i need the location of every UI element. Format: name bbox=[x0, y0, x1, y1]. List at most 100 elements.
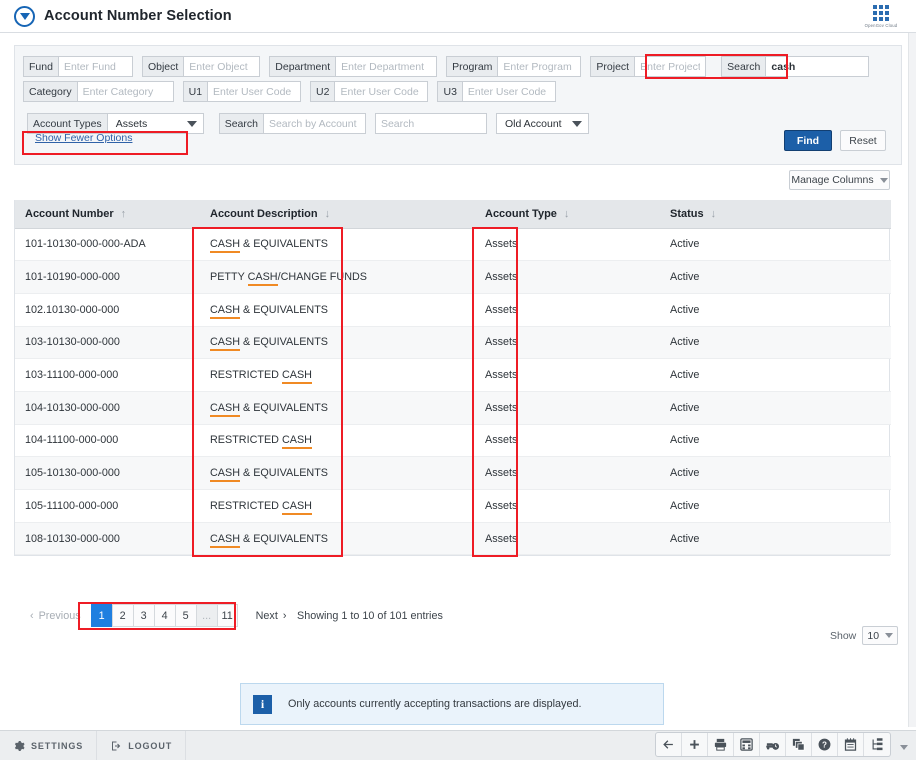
filter-u1[interactable]: U1 bbox=[182, 81, 302, 102]
filter-search-main[interactable]: Search bbox=[721, 56, 870, 77]
cell-account-number: 103-10130-000-000 bbox=[15, 326, 200, 360]
cell-status: Active bbox=[660, 424, 891, 458]
table-row[interactable]: 105-11100-000-000 RESTRICTED CASH Assets Ac… bbox=[15, 489, 891, 523]
page-size-select[interactable]: 10 bbox=[862, 626, 899, 645]
table-row[interactable]: 104-11100-000-000 RESTRICTED CASH Assets Ac… bbox=[15, 424, 891, 458]
search-term-highlight: CASH bbox=[281, 499, 312, 515]
filter-project[interactable]: Project bbox=[590, 56, 707, 77]
u3-input[interactable] bbox=[461, 81, 556, 102]
cell-status: Active bbox=[660, 260, 891, 294]
calculator-icon[interactable] bbox=[734, 733, 760, 756]
column-label: Account Type bbox=[485, 207, 557, 220]
filter-fund-label: Fund bbox=[23, 56, 58, 77]
table-row[interactable]: 103-11100-000-000 RESTRICTED CASH Assets Ac… bbox=[15, 358, 891, 392]
secondary-search-input[interactable] bbox=[374, 113, 487, 134]
filter-u3[interactable]: U3 bbox=[437, 81, 556, 102]
search-account-label: Search bbox=[218, 113, 263, 134]
u2-input[interactable] bbox=[334, 81, 429, 102]
pagination-page-4[interactable]: 4 bbox=[153, 604, 175, 627]
u1-input[interactable] bbox=[207, 81, 302, 102]
settings-button[interactable]: SETTINGS bbox=[0, 730, 98, 760]
cell-status: Active bbox=[660, 228, 891, 262]
gear-icon bbox=[14, 740, 25, 751]
plus-icon[interactable] bbox=[682, 733, 708, 756]
cell-account-description: CASH & EQUIVALENTS bbox=[200, 522, 475, 556]
filter-fund[interactable]: Fund bbox=[23, 56, 133, 77]
filter-object-label: Object bbox=[141, 56, 184, 77]
cell-account-description: CASH & EQUIVALENTS bbox=[200, 228, 475, 262]
pagination-ellipsis: ... bbox=[195, 604, 217, 627]
cell-status: Active bbox=[660, 489, 891, 523]
info-icon: i bbox=[253, 694, 272, 714]
filter-department-label: Department bbox=[269, 56, 336, 77]
help-question-icon[interactable]: ? bbox=[812, 733, 838, 756]
search-term-highlight: CASH bbox=[210, 238, 240, 254]
pagination-previous[interactable]: ‹ Previous bbox=[20, 604, 91, 627]
app-grid-switcher[interactable]: OpenGov Cloud bbox=[852, 1, 910, 32]
table-row[interactable]: 104-10130-000-000 CASH & EQUIVALENTS Asset… bbox=[15, 391, 891, 425]
reset-button[interactable]: Reset bbox=[840, 130, 886, 151]
cell-account-type: Assets bbox=[475, 424, 660, 458]
printer-icon[interactable] bbox=[708, 733, 734, 756]
calendar-icon[interactable] bbox=[838, 733, 864, 756]
filter-department[interactable]: Department bbox=[269, 56, 438, 77]
search-input[interactable] bbox=[765, 56, 870, 77]
filter-program[interactable]: Program bbox=[446, 56, 582, 77]
old-account-select[interactable]: Old Account bbox=[495, 113, 589, 134]
pagination-page-1[interactable]: 1 bbox=[90, 604, 112, 627]
toolbar-overflow-caret-icon[interactable] bbox=[900, 745, 908, 750]
column-header-account-number[interactable]: Account Number ↑ bbox=[15, 200, 200, 229]
hierarchy-tree-icon[interactable] bbox=[864, 733, 890, 756]
table-row[interactable]: 102.10130-000-000 CASH & EQUIVALENTS Asset… bbox=[15, 293, 891, 327]
pagination-page-11[interactable]: 11 bbox=[216, 604, 238, 627]
find-button[interactable]: Find bbox=[784, 130, 832, 151]
column-header-status[interactable]: Status ↓ bbox=[660, 200, 891, 229]
table-header-row: Account Number ↑ Account Description ↓ Acc… bbox=[15, 200, 891, 229]
svg-text:?: ? bbox=[822, 741, 827, 750]
filter-category[interactable]: Category bbox=[23, 81, 174, 102]
page-scrollbar[interactable] bbox=[908, 33, 916, 727]
project-input[interactable] bbox=[634, 56, 707, 77]
logout-button[interactable]: LOGOUT bbox=[97, 730, 187, 760]
pagination-next-label: Next bbox=[255, 609, 278, 622]
fund-input[interactable] bbox=[57, 56, 133, 77]
search-filter-panel: Fund Object Department Program Project S… bbox=[14, 45, 902, 165]
column-header-account-description[interactable]: Account Description ↓ bbox=[200, 200, 475, 229]
page-size-value: 10 bbox=[867, 629, 880, 642]
cell-account-description: RESTRICTED CASH bbox=[200, 424, 475, 458]
back-arrow-icon[interactable] bbox=[656, 733, 682, 756]
pagination-page-2[interactable]: 2 bbox=[111, 604, 133, 627]
pagination-numbers: 1 2 3 4 5... 11 bbox=[90, 604, 238, 627]
filter-search-account[interactable]: Search bbox=[218, 113, 366, 134]
vehicle-clock-icon[interactable] bbox=[760, 733, 786, 756]
cell-account-type: Assets bbox=[475, 293, 660, 327]
filter-object[interactable]: Object bbox=[141, 56, 261, 77]
page-title: Account Number Selection bbox=[44, 8, 232, 24]
filter-account-types[interactable]: Account Types Assets bbox=[27, 113, 204, 134]
program-input[interactable] bbox=[497, 56, 582, 77]
logout-icon bbox=[112, 741, 121, 750]
column-header-account-type[interactable]: Account Type ↓ bbox=[475, 200, 660, 229]
app-grid-icon bbox=[873, 4, 889, 21]
account-types-select[interactable]: Assets bbox=[106, 113, 204, 134]
manage-columns-button[interactable]: Manage Columns bbox=[789, 170, 890, 190]
app-switcher-label: OpenGov Cloud bbox=[864, 23, 898, 29]
search-by-account-input[interactable] bbox=[262, 113, 366, 134]
category-input[interactable] bbox=[76, 81, 174, 102]
search-term-highlight: CASH bbox=[281, 369, 312, 385]
table-row[interactable]: 103-10130-000-000 CASH & EQUIVALENTS Asset… bbox=[15, 326, 891, 360]
pagination-page-3[interactable]: 3 bbox=[132, 604, 154, 627]
layers-icon[interactable] bbox=[786, 733, 812, 756]
filter-u2[interactable]: U2 bbox=[310, 81, 429, 102]
table-row[interactable]: 105-10130-000-000 CASH & EQUIVALENTS Asset… bbox=[15, 456, 891, 490]
department-input[interactable] bbox=[335, 56, 438, 77]
cell-account-number: 103-11100-000-000 bbox=[15, 358, 200, 392]
pagination-next[interactable]: Next › bbox=[246, 604, 297, 627]
pagination-page-5[interactable]: 5 bbox=[174, 604, 196, 627]
search-term-highlight: CASH bbox=[210, 303, 240, 319]
table-row[interactable]: 101-10190-000-000 PETTY CASH/CHANGE FUNDS… bbox=[15, 260, 891, 294]
table-row[interactable]: 101-10130-000-000-ADA CASH & EQUIVALENTS A… bbox=[15, 228, 891, 262]
filter-u3-label: U3 bbox=[437, 81, 462, 102]
object-input[interactable] bbox=[183, 56, 261, 77]
table-row[interactable]: 108-10130-000-000 CASH & EQUIVALENTS Asset… bbox=[15, 522, 891, 556]
